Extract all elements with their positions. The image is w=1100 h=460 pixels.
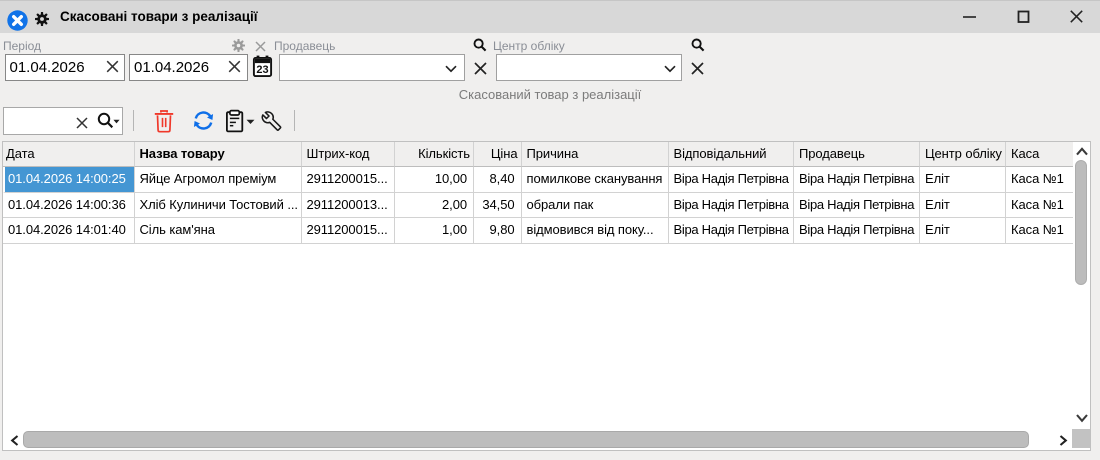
svg-text:23: 23 xyxy=(256,64,268,76)
